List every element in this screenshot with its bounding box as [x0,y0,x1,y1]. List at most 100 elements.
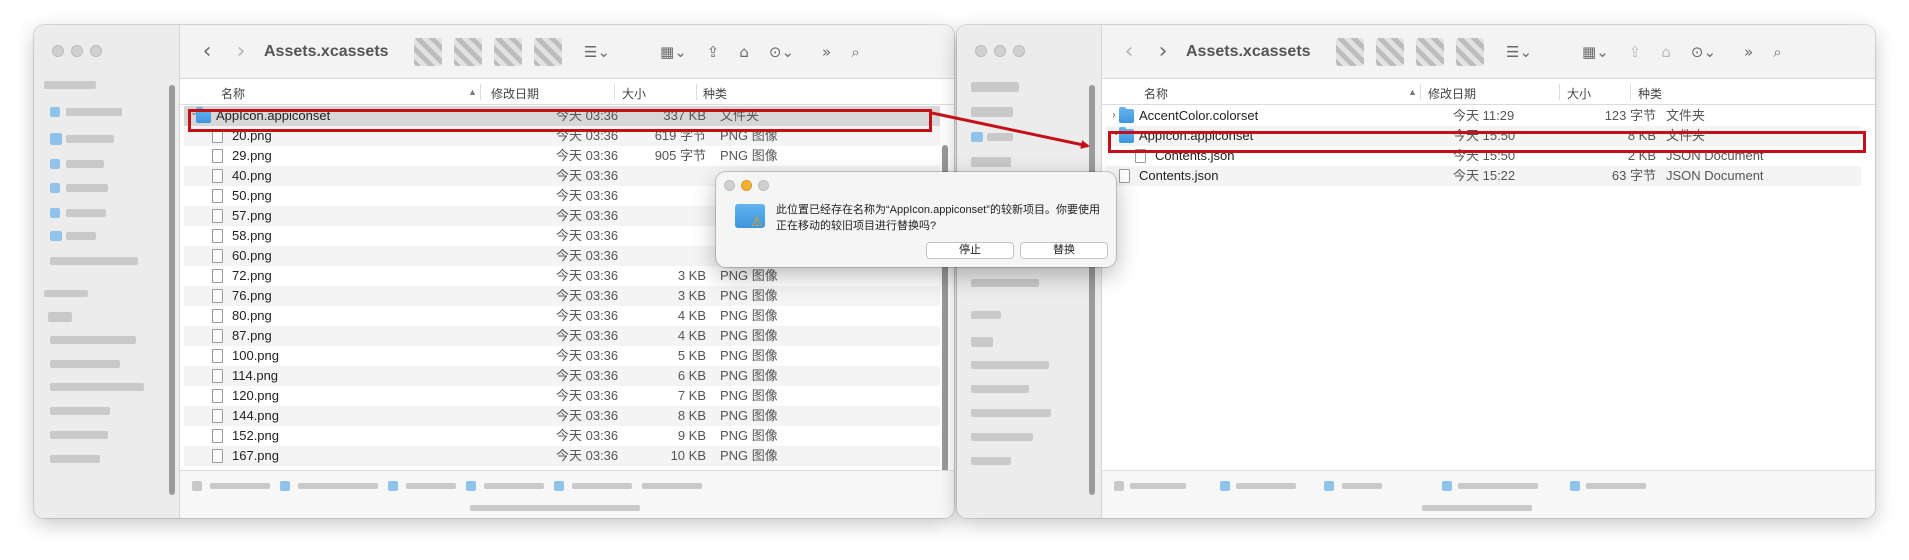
file-row[interactable]: 20.png 今天 03:36 619 字节 PNG 图像 [184,126,940,146]
more-icon[interactable]: ⊙⌄ [1691,43,1716,61]
sidebar-item[interactable] [971,279,1039,287]
file-row[interactable]: 72.png 今天 03:36 3 KB PNG 图像 [184,266,940,286]
list-view-icon[interactable]: ☰⌄ [1506,43,1532,61]
column-kind[interactable]: 种类 [703,85,727,102]
search-icon[interactable]: ⌕ [851,43,859,61]
path-segment[interactable] [210,483,270,489]
file-row[interactable]: 114.png 今天 03:36 6 KB PNG 图像 [184,366,940,386]
recent-thumbnail[interactable] [414,37,442,66]
column-kind[interactable]: 种类 [1638,85,1662,102]
path-segment[interactable] [1586,483,1646,489]
sidebar-item[interactable] [66,160,104,168]
minimize-button[interactable] [994,45,1006,57]
sidebar-item[interactable] [50,455,100,463]
tag-icon[interactable]: ⌂ [739,43,749,61]
close-button[interactable] [52,45,64,57]
group-icon[interactable]: ▦⌄ [660,43,687,61]
minimize-button[interactable] [71,45,83,57]
column-size[interactable]: 大小 [1567,85,1591,102]
sidebar-item[interactable] [971,409,1051,417]
close-button[interactable] [724,180,735,191]
sidebar-item[interactable] [66,209,106,217]
group-icon[interactable]: ▦⌄ [1582,43,1609,61]
path-segment[interactable] [406,483,456,489]
sidebar-item[interactable] [50,431,108,439]
sidebar-item[interactable] [971,385,1029,393]
recent-thumbnail[interactable] [1456,37,1484,66]
recent-thumbnail[interactable] [1376,37,1404,66]
stop-button[interactable]: 停止 [926,242,1014,259]
sidebar-item[interactable] [48,312,72,322]
sidebar-item[interactable] [50,257,138,265]
zoom-button[interactable] [758,180,769,191]
sidebar-item[interactable] [971,361,1049,369]
path-segment[interactable] [1236,483,1296,489]
file-row[interactable]: 167.png 今天 03:36 10 KB PNG 图像 [184,446,940,466]
close-button[interactable] [975,45,987,57]
recent-thumbnail[interactable] [534,37,562,66]
file-row[interactable]: Contents.json 今天 15:50 2 KB JSON Document [1106,146,1861,166]
file-row[interactable]: 144.png 今天 03:36 8 KB PNG 图像 [184,406,940,426]
minimize-button[interactable] [741,180,752,191]
more-icon[interactable]: ⊙⌄ [769,43,794,61]
search-icon[interactable]: ⌕ [1773,43,1781,61]
file-row[interactable]: 100.png 今天 03:36 5 KB PNG 图像 [184,346,940,366]
tag-icon[interactable]: ⌂ [1661,43,1671,61]
file-row[interactable]: 80.png 今天 03:36 4 KB PNG 图像 [184,306,940,326]
sidebar-item[interactable] [50,407,110,415]
recent-thumbnail[interactable] [1336,37,1364,66]
sidebar-item[interactable] [50,360,120,368]
sidebar-item[interactable] [66,184,108,192]
file-row[interactable]: 152.png 今天 03:36 9 KB PNG 图像 [184,426,940,446]
sidebar-item[interactable] [66,232,96,240]
list-view-icon[interactable]: ☰⌄ [584,43,610,61]
sidebar-item[interactable] [50,383,144,391]
sidebar-item[interactable] [66,135,114,143]
forward-icon[interactable]: › [1150,39,1176,64]
folder-row[interactable]: ⌄ AppIcon.appiconset 今天 15:50 8 KB 文件夹 [1106,126,1861,146]
column-name[interactable]: 名称 [221,85,245,102]
sidebar-item[interactable] [971,107,1013,117]
path-segment[interactable] [484,483,544,489]
file-row[interactable]: 87.png 今天 03:36 4 KB PNG 图像 [184,326,940,346]
zoom-button[interactable] [1013,45,1025,57]
recent-thumbnail[interactable] [1416,37,1444,66]
file-row[interactable]: Contents.json 今天 15:22 63 字节 JSON Document [1106,166,1861,186]
sidebar-scrollbar[interactable] [1089,85,1095,495]
recent-thumbnail[interactable] [454,37,482,66]
sidebar-scrollbar[interactable] [169,85,175,495]
back-icon[interactable]: ‹ [1116,39,1142,64]
file-row[interactable]: 120.png 今天 03:36 7 KB PNG 图像 [184,386,940,406]
path-segment[interactable] [572,483,632,489]
overflow-icon[interactable]: » [822,43,831,61]
column-date[interactable]: 修改日期 [1428,85,1476,102]
column-size[interactable]: 大小 [622,85,646,102]
column-name[interactable]: 名称 [1144,85,1168,102]
share-icon[interactable]: ⇪ [1629,43,1642,61]
sidebar-item[interactable] [971,82,1019,92]
column-date[interactable]: 修改日期 [491,85,539,102]
file-row[interactable]: 76.png 今天 03:36 3 KB PNG 图像 [184,286,940,306]
folder-row[interactable]: › AccentColor.colorset 今天 11:29 123 字节 文件夹 [1106,106,1861,126]
overflow-icon[interactable]: » [1744,43,1753,61]
forward-icon[interactable]: › [228,39,254,64]
sidebar-item[interactable] [971,457,1011,465]
path-segment[interactable] [1130,483,1186,489]
sidebar-item[interactable] [971,433,1033,441]
path-segment[interactable] [1458,483,1538,489]
file-row[interactable]: 29.png 今天 03:36 905 字节 PNG 图像 [184,146,940,166]
sidebar-item[interactable] [987,133,1013,141]
path-segment[interactable] [1342,483,1382,489]
recent-thumbnail[interactable] [494,37,522,66]
path-segment[interactable] [642,483,702,489]
back-icon[interactable]: ‹ [194,39,220,64]
replace-button[interactable]: 替换 [1020,242,1108,259]
share-icon[interactable]: ⇪ [707,43,720,61]
sidebar-item[interactable] [66,108,122,116]
sidebar-item[interactable] [50,336,136,344]
sidebar-item[interactable] [971,157,1011,167]
path-segment[interactable] [298,483,378,489]
zoom-button[interactable] [90,45,102,57]
sidebar-item[interactable] [971,337,993,347]
folder-row[interactable]: ⌄ AppIcon.appiconset 今天 03:36 337 KB 文件夹 [184,106,940,126]
